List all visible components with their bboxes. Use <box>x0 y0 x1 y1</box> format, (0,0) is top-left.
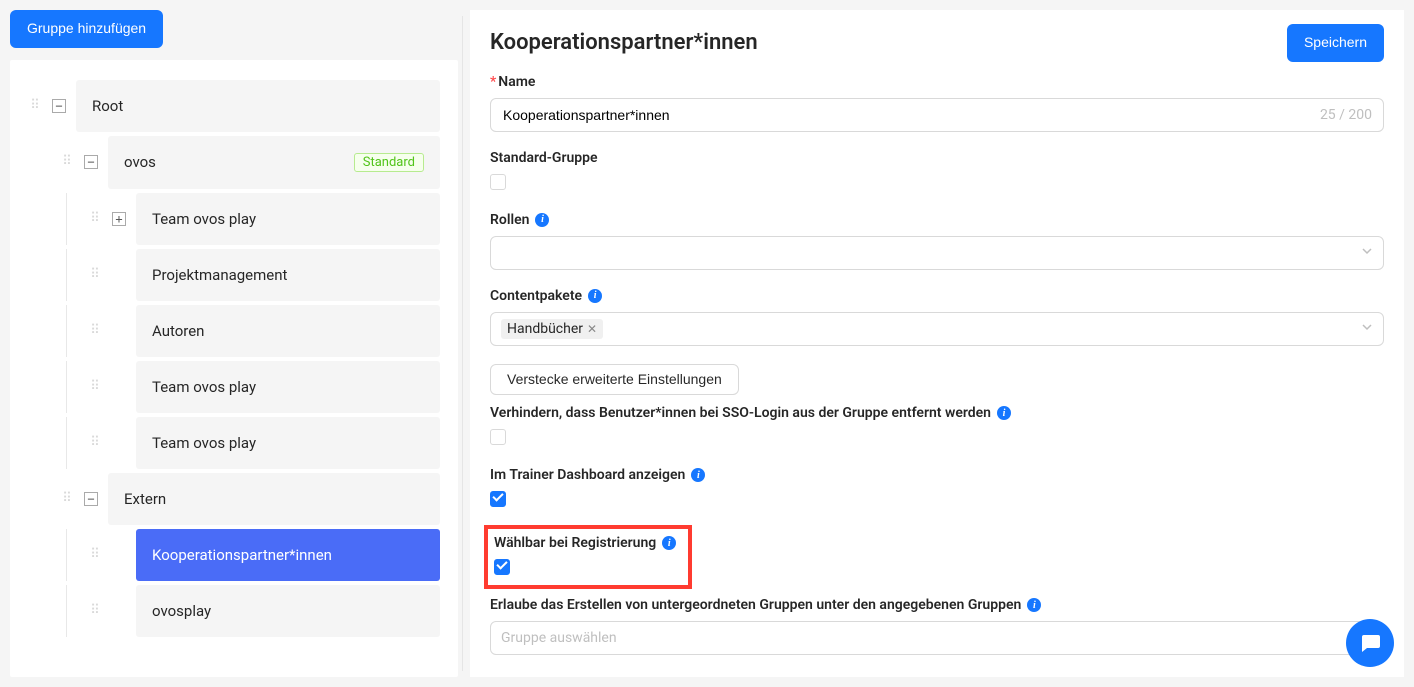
trainer-dashboard-checkbox[interactable] <box>490 491 506 507</box>
node-label[interactable]: Team ovos play <box>136 361 440 413</box>
drag-handle-icon[interactable]: ⠿ <box>88 325 102 337</box>
highlight-annotation: Wählbar bei Registrierung i <box>484 525 692 589</box>
chat-icon <box>1358 631 1382 655</box>
selectable-registration-checkbox[interactable] <box>494 559 510 575</box>
node-label[interactable]: Root <box>76 80 440 132</box>
node-label[interactable]: Projektmanagement <box>136 249 440 301</box>
drag-handle-icon[interactable]: ⠿ <box>88 269 102 281</box>
info-icon[interactable]: i <box>1027 598 1041 612</box>
info-icon[interactable]: i <box>535 213 549 227</box>
drag-handle-icon[interactable]: ⠿ <box>88 549 102 561</box>
node-text: ovosplay <box>152 602 211 620</box>
node-label[interactable]: Team ovos play <box>136 193 440 245</box>
prevent-sso-checkbox[interactable] <box>490 429 506 445</box>
node-text: Team ovos play <box>152 378 256 396</box>
toggle-advanced-button[interactable]: Verstecke erweiterte Einstellungen <box>490 364 739 396</box>
standard-group-label: Standard-Gruppe <box>490 150 1384 166</box>
selectable-registration-label: Wählbar bei Registrierung <box>494 535 656 551</box>
prevent-sso-label: Verhindern, dass Benutzer*innen bei SSO-… <box>490 405 991 421</box>
tree-node-root[interactable]: ⠿ − Root <box>28 80 440 132</box>
content-packages-label: Contentpakete <box>490 288 582 304</box>
tree-node-team3[interactable]: ⠿ Team ovos play <box>28 417 440 469</box>
allow-subgroups-label: Erlaube das Erstellen von untergeordnete… <box>490 597 1021 613</box>
roles-label: Rollen <box>490 212 529 228</box>
name-input[interactable] <box>490 98 1384 132</box>
drag-handle-icon[interactable]: ⠿ <box>60 493 74 505</box>
tree-node-ovos[interactable]: ⠿ − ovos Standard <box>28 136 440 189</box>
roles-select[interactable] <box>490 236 1384 270</box>
node-text: ovos <box>124 153 156 171</box>
node-label[interactable]: Extern <box>108 473 440 525</box>
drag-handle-icon[interactable]: ⠿ <box>88 381 102 393</box>
tree-node-ovosplay[interactable]: ⠿ ovosplay <box>28 585 440 637</box>
info-icon[interactable]: i <box>997 406 1011 420</box>
node-text: Kooperationspartner*innen <box>152 546 332 564</box>
checkmark-icon <box>495 491 501 507</box>
node-text: Team ovos play <box>152 434 256 452</box>
tag-text: Handbücher <box>507 321 583 337</box>
char-counter: 25 / 200 <box>1320 107 1372 123</box>
drag-handle-icon[interactable]: ⠿ <box>60 156 74 168</box>
node-label[interactable]: Autoren <box>136 305 440 357</box>
add-group-button[interactable]: Gruppe hinzufügen <box>10 10 163 48</box>
content-package-tag: Handbücher ✕ <box>501 319 603 339</box>
page-title: Kooperationspartner*innen <box>490 30 758 55</box>
content-packages-select[interactable]: Handbücher ✕ <box>490 312 1384 346</box>
tree-node-coop[interactable]: ⠿ Kooperationspartner*innen <box>28 529 440 581</box>
standard-group-checkbox[interactable] <box>490 174 506 190</box>
tree-node-extern[interactable]: ⠿ − Extern <box>28 473 440 525</box>
info-icon[interactable]: i <box>588 289 602 303</box>
tree-node-authors[interactable]: ⠿ Autoren <box>28 305 440 357</box>
trainer-dashboard-label: Im Trainer Dashboard anzeigen <box>490 467 685 483</box>
standard-badge: Standard <box>354 153 424 172</box>
add-group-label: Gruppe hinzufügen <box>27 19 146 39</box>
tree-node-team1[interactable]: ⠿ + Team ovos play <box>28 193 440 245</box>
collapse-icon[interactable]: − <box>52 99 66 113</box>
node-text: Autoren <box>152 322 204 340</box>
allow-subgroups-select[interactable]: Gruppe auswählen <box>490 621 1384 655</box>
node-text: Extern <box>124 490 166 508</box>
select-placeholder: Gruppe auswählen <box>501 630 617 646</box>
info-icon[interactable]: i <box>662 536 676 550</box>
tree-node-pm[interactable]: ⠿ Projektmanagement <box>28 249 440 301</box>
required-star-icon: * <box>490 74 496 90</box>
info-icon[interactable]: i <box>691 468 705 482</box>
drag-handle-icon[interactable]: ⠿ <box>88 437 102 449</box>
node-text: Projektmanagement <box>152 266 287 284</box>
close-icon[interactable]: ✕ <box>587 322 597 336</box>
toggle-advanced-label: Verstecke erweiterte Einstellungen <box>507 370 722 390</box>
group-tree: ⠿ − Root ⠿ − ovos Standard ⠿ <box>10 60 458 677</box>
drag-handle-icon[interactable]: ⠿ <box>88 605 102 617</box>
collapse-icon[interactable]: − <box>84 492 98 506</box>
drag-handle-icon[interactable]: ⠿ <box>28 100 42 112</box>
chevron-down-icon <box>1361 245 1373 261</box>
chevron-down-icon <box>1361 321 1373 337</box>
collapse-icon[interactable]: − <box>84 155 98 169</box>
node-text: Root <box>92 97 123 115</box>
edit-form: Kooperationspartner*innen Speichern *Nam… <box>470 10 1404 677</box>
panel-divider[interactable] <box>462 16 463 671</box>
tree-node-team2[interactable]: ⠿ Team ovos play <box>28 361 440 413</box>
node-label[interactable]: ovos Standard <box>108 136 440 189</box>
node-label[interactable]: Kooperationspartner*innen <box>136 529 440 581</box>
node-label[interactable]: ovosplay <box>136 585 440 637</box>
drag-handle-icon[interactable]: ⠿ <box>88 213 102 225</box>
name-label: *Name <box>490 74 1384 90</box>
node-label[interactable]: Team ovos play <box>136 417 440 469</box>
chat-widget-button[interactable] <box>1346 619 1394 667</box>
expand-icon[interactable]: + <box>112 212 126 226</box>
save-label: Speichern <box>1304 33 1367 53</box>
checkmark-icon <box>499 559 505 575</box>
node-text: Team ovos play <box>152 210 256 228</box>
save-button[interactable]: Speichern <box>1287 24 1384 62</box>
